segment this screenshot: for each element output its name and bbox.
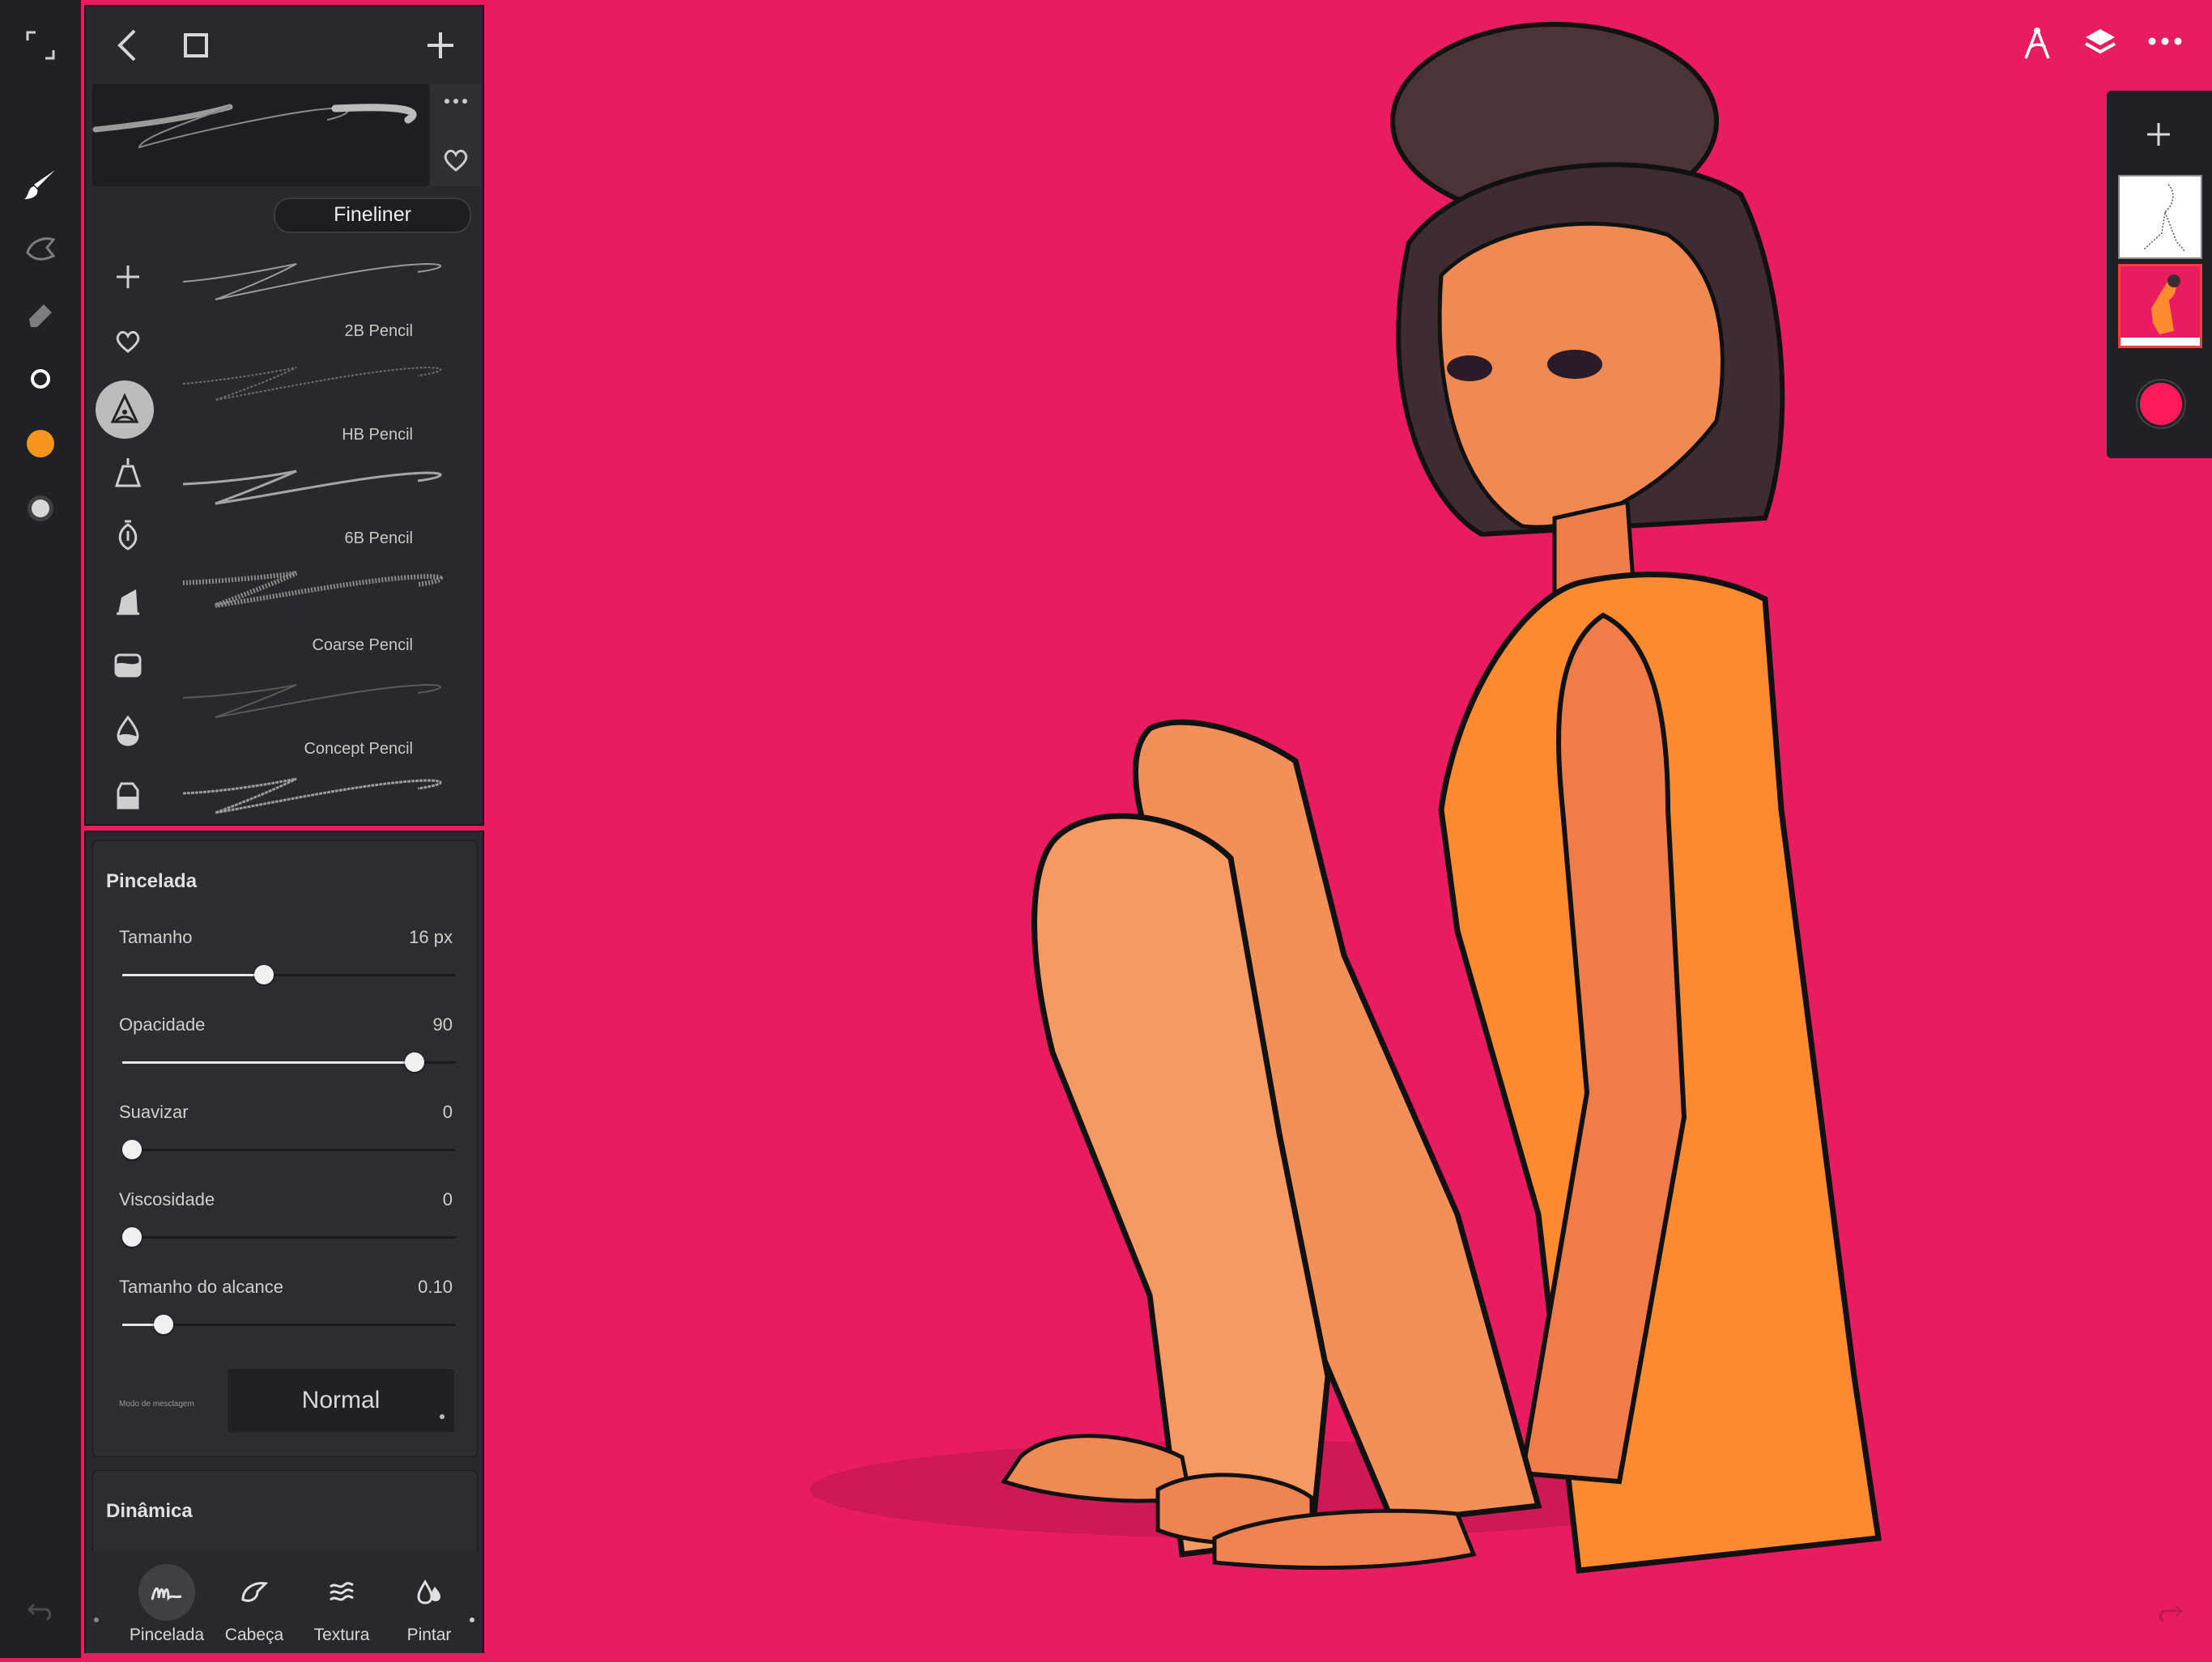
head-icon <box>226 1564 283 1621</box>
tab-pintar[interactable]: Pintar <box>387 1564 471 1645</box>
brush-label: 6B Pencil <box>344 529 414 547</box>
undo-icon[interactable] <box>16 1585 65 1634</box>
slider-label: Viscosidade <box>119 1189 215 1209</box>
slider-knob[interactable] <box>153 1315 173 1334</box>
blend-mode-select[interactable]: Normal <box>228 1369 454 1432</box>
properties-tab-bar: Pincelada Cabeça Textura Pintar <box>86 1551 483 1653</box>
brush-label: 2B Pencil <box>344 322 414 340</box>
drawing-canvas[interactable] <box>486 0 2212 1658</box>
slider-value: 90 <box>432 1014 453 1035</box>
slider-value: 0.10 <box>418 1277 453 1297</box>
smudge-tool-icon[interactable] <box>16 225 65 274</box>
artwork-illustration <box>810 22 1882 1574</box>
slider-label: Suavizar <box>119 1102 189 1122</box>
brush-label: Concept Pencil <box>304 740 413 758</box>
brush-item-concept-pencil[interactable]: Concept Pencil <box>175 670 478 767</box>
layer-color-swatch[interactable] <box>2138 380 2184 427</box>
tab-textura[interactable]: Textura <box>300 1564 384 1645</box>
reach-size-slider[interactable] <box>122 1315 456 1334</box>
paint-drop-category-icon[interactable] <box>105 708 151 753</box>
section-title: Pincelada <box>106 870 198 892</box>
size-slider[interactable] <box>122 965 456 984</box>
marker-category-icon[interactable] <box>105 578 151 623</box>
layer-thumbnail-sketch[interactable] <box>2118 175 2202 259</box>
fountain-pen-category-icon[interactable] <box>105 513 151 559</box>
texture-icon <box>313 1564 370 1621</box>
brush-item-hb-pencil[interactable]: HB Pencil <box>175 355 478 452</box>
more-options-icon[interactable] <box>442 96 470 111</box>
layers-panel <box>2107 91 2212 458</box>
brush-name-field[interactable]: Fineliner <box>274 198 471 233</box>
more-menu-icon[interactable] <box>2147 36 2183 51</box>
slider-value: 0 <box>442 1102 453 1122</box>
add-brush-icon[interactable] <box>423 28 458 67</box>
tab-label: Textura <box>313 1626 370 1644</box>
slider-label: Opacidade <box>119 1014 206 1035</box>
dropdown-indicator-icon <box>440 1414 445 1419</box>
smoothing-slider[interactable] <box>122 1140 456 1159</box>
pencil-category-icon[interactable] <box>96 380 154 439</box>
tab-label: Cabeça <box>224 1626 284 1644</box>
brush-tool-icon[interactable] <box>16 160 65 209</box>
favorites-category-icon[interactable] <box>105 319 151 364</box>
brush-label: Coarse Pencil <box>312 636 413 654</box>
slider-knob[interactable] <box>405 1052 425 1072</box>
slider-label: Tamanho <box>119 927 193 947</box>
add-layer-icon[interactable] <box>2144 120 2173 153</box>
stroke-settings-card: Pincelada Tamanho 16 px Opacidade 90 Sua… <box>92 840 478 1457</box>
layers-icon[interactable] <box>2082 26 2118 66</box>
eraser-tool-icon[interactable] <box>16 290 65 338</box>
left-toolbar <box>0 0 81 1658</box>
viscosity-slider[interactable] <box>122 1227 456 1247</box>
blend-mode-label: Modo de mesclagem <box>119 1400 194 1409</box>
vector-tool-icon[interactable] <box>2021 24 2053 67</box>
brush-label: HB Pencil <box>342 426 413 444</box>
add-category-icon[interactable] <box>105 254 151 300</box>
brush-item-coarse-pencil[interactable]: Coarse Pencil <box>175 565 478 662</box>
brush-properties-panel: Pincelada Tamanho 16 px Opacidade 90 Sua… <box>84 831 484 1653</box>
opacity-slider[interactable] <box>122 1052 456 1072</box>
tab-label: Pincelada <box>129 1626 205 1644</box>
paint-icon <box>401 1564 457 1621</box>
slider-knob[interactable] <box>122 1227 142 1247</box>
brush-item-6b-pencil[interactable]: 6B Pencil <box>175 460 478 557</box>
brush-library-panel: Fineliner 2B Pencil HB Pencil 6B Pencil <box>84 5 484 826</box>
tab-pincelada[interactable]: Pincelada <box>125 1564 209 1645</box>
tab-cabeca[interactable]: Cabeça <box>212 1564 296 1645</box>
stroke-icon <box>138 1564 195 1621</box>
redo-icon[interactable] <box>2154 1595 2186 1631</box>
layer-thumbnail-color[interactable] <box>2118 264 2202 348</box>
tab-label: Pintar <box>406 1626 452 1644</box>
blend-mode-value: Normal <box>301 1387 381 1413</box>
back-icon[interactable] <box>113 28 143 67</box>
slider-value: 16 px <box>409 927 453 947</box>
texture-brush-category-icon[interactable] <box>105 772 151 818</box>
slider-knob[interactable] <box>253 965 274 984</box>
section-title: Dinâmica <box>106 1500 193 1522</box>
watercolor-category-icon[interactable] <box>105 643 151 688</box>
fullscreen-icon[interactable] <box>16 21 65 70</box>
slider-knob[interactable] <box>122 1140 142 1159</box>
secondary-color-icon[interactable] <box>16 355 65 403</box>
brush-item-2b-pencil[interactable]: 2B Pencil <box>175 249 478 346</box>
scroll-indicator-left <box>94 1617 99 1622</box>
brush-stroke-preview <box>92 84 429 186</box>
slider-label: Tamanho do alcance <box>119 1277 284 1297</box>
brush-preview-toggle-icon[interactable] <box>181 31 211 64</box>
favorite-heart-icon[interactable] <box>442 147 470 177</box>
brush-options-column <box>431 84 481 186</box>
primary-color-swatch[interactable] <box>16 419 65 468</box>
ink-pen-category-icon[interactable] <box>105 450 151 495</box>
brush-softness-icon[interactable] <box>16 484 65 533</box>
brush-item-next[interactable] <box>175 767 478 824</box>
slider-value: 0 <box>442 1189 453 1209</box>
